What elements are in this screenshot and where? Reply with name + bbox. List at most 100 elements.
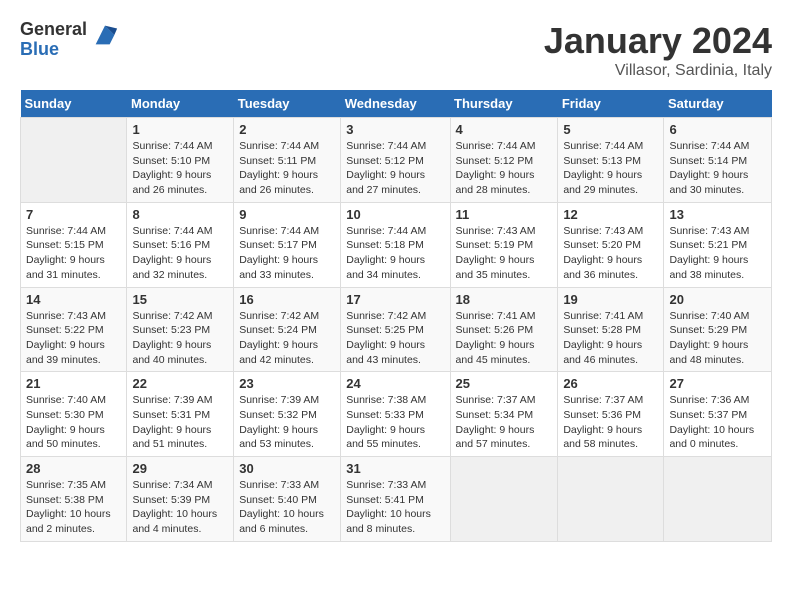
calendar-cell: 11 Sunrise: 7:43 AM Sunset: 5:19 PM Dayli…: [450, 202, 558, 287]
calendar-week-1: 1Sunrise: 7:44 AM Sunset: 5:10 PM Daylig…: [21, 118, 772, 203]
day-info: Sunrise: 7:39 AM Sunset: 5:31 PM Dayligh…: [132, 393, 228, 452]
day-number: 9: [239, 207, 335, 222]
day-number: 6: [669, 122, 766, 137]
title-block: January 2024 Villasor, Sardinia, Italy: [544, 20, 772, 80]
calendar-cell: 28Sunrise: 7:35 AM Sunset: 5:38 PM Dayli…: [21, 457, 127, 542]
calendar-cell: [450, 457, 558, 542]
calendar-cell: 15 Sunrise: 7:42 AM Sunset: 5:23 PM Dayli…: [127, 287, 234, 372]
day-info: Sunrise: 7:44 AM Sunset: 5:12 PM Dayligh…: [456, 139, 553, 198]
day-number: 17: [346, 292, 444, 307]
day-info: Sunrise: 7:34 AM Sunset: 5:39 PM Dayligh…: [132, 478, 228, 537]
calendar-cell: 14 Sunrise: 7:43 AM Sunset: 5:22 PM Dayli…: [21, 287, 127, 372]
calendar-cell: 10 Sunrise: 7:44 AM Sunset: 5:18 PM Dayli…: [341, 202, 450, 287]
header-day-wednesday: Wednesday: [341, 90, 450, 118]
day-number: 22: [132, 376, 228, 391]
day-info: Sunrise: 7:44 AM Sunset: 5:13 PM Dayligh…: [563, 139, 658, 198]
day-info: Sunrise: 7:43 AM Sunset: 5:20 PM Dayligh…: [563, 224, 658, 283]
day-number: 15: [132, 292, 228, 307]
day-number: 26: [563, 376, 658, 391]
calendar-cell: 12 Sunrise: 7:43 AM Sunset: 5:20 PM Dayli…: [558, 202, 664, 287]
day-number: 12: [563, 207, 658, 222]
day-number: 23: [239, 376, 335, 391]
day-info: Sunrise: 7:43 AM Sunset: 5:22 PM Dayligh…: [26, 309, 121, 368]
calendar-cell: 2Sunrise: 7:44 AM Sunset: 5:11 PM Daylig…: [234, 118, 341, 203]
day-number: 31: [346, 461, 444, 476]
day-number: 27: [669, 376, 766, 391]
day-info: Sunrise: 7:37 AM Sunset: 5:36 PM Dayligh…: [563, 393, 658, 452]
day-info: Sunrise: 7:33 AM Sunset: 5:41 PM Dayligh…: [346, 478, 444, 537]
calendar-cell: 23 Sunrise: 7:39 AM Sunset: 5:32 PM Dayli…: [234, 372, 341, 457]
calendar-cell: 7 Sunrise: 7:44 AM Sunset: 5:15 PM Daylig…: [21, 202, 127, 287]
day-info: Sunrise: 7:41 AM Sunset: 5:28 PM Dayligh…: [563, 309, 658, 368]
header-day-friday: Friday: [558, 90, 664, 118]
calendar-cell: 1Sunrise: 7:44 AM Sunset: 5:10 PM Daylig…: [127, 118, 234, 203]
calendar-week-3: 14 Sunrise: 7:43 AM Sunset: 5:22 PM Dayli…: [21, 287, 772, 372]
day-info: Sunrise: 7:38 AM Sunset: 5:33 PM Dayligh…: [346, 393, 444, 452]
location-subtitle: Villasor, Sardinia, Italy: [544, 62, 772, 80]
day-info: Sunrise: 7:44 AM Sunset: 5:10 PM Dayligh…: [132, 139, 228, 198]
header-day-sunday: Sunday: [21, 90, 127, 118]
day-info: Sunrise: 7:44 AM Sunset: 5:16 PM Dayligh…: [132, 224, 228, 283]
calendar-cell: 26 Sunrise: 7:37 AM Sunset: 5:36 PM Dayli…: [558, 372, 664, 457]
calendar-week-4: 21 Sunrise: 7:40 AM Sunset: 5:30 PM Dayli…: [21, 372, 772, 457]
calendar-cell: 29Sunrise: 7:34 AM Sunset: 5:39 PM Dayli…: [127, 457, 234, 542]
day-number: 11: [456, 207, 553, 222]
calendar-cell: 25Sunrise: 7:37 AM Sunset: 5:34 PM Dayli…: [450, 372, 558, 457]
day-number: 19: [563, 292, 658, 307]
day-info: Sunrise: 7:33 AM Sunset: 5:40 PM Dayligh…: [239, 478, 335, 537]
day-info: Sunrise: 7:44 AM Sunset: 5:18 PM Dayligh…: [346, 224, 444, 283]
calendar-week-2: 7 Sunrise: 7:44 AM Sunset: 5:15 PM Daylig…: [21, 202, 772, 287]
day-number: 21: [26, 376, 121, 391]
day-info: Sunrise: 7:41 AM Sunset: 5:26 PM Dayligh…: [456, 309, 553, 368]
month-title: January 2024: [544, 20, 772, 62]
day-info: Sunrise: 7:44 AM Sunset: 5:12 PM Dayligh…: [346, 139, 444, 198]
day-info: Sunrise: 7:42 AM Sunset: 5:23 PM Dayligh…: [132, 309, 228, 368]
day-info: Sunrise: 7:40 AM Sunset: 5:29 PM Dayligh…: [669, 309, 766, 368]
day-info: Sunrise: 7:40 AM Sunset: 5:30 PM Dayligh…: [26, 393, 121, 452]
calendar-cell: 9 Sunrise: 7:44 AM Sunset: 5:17 PM Daylig…: [234, 202, 341, 287]
calendar-cell: 17 Sunrise: 7:42 AM Sunset: 5:25 PM Dayli…: [341, 287, 450, 372]
calendar-week-5: 28Sunrise: 7:35 AM Sunset: 5:38 PM Dayli…: [21, 457, 772, 542]
calendar-cell: 3 Sunrise: 7:44 AM Sunset: 5:12 PM Daylig…: [341, 118, 450, 203]
calendar-cell: 16Sunrise: 7:42 AM Sunset: 5:24 PM Dayli…: [234, 287, 341, 372]
calendar-cell: 6 Sunrise: 7:44 AM Sunset: 5:14 PM Daylig…: [664, 118, 772, 203]
day-number: 3: [346, 122, 444, 137]
page-header: General Blue January 2024 Villasor, Sard…: [20, 20, 772, 80]
day-number: 13: [669, 207, 766, 222]
day-info: Sunrise: 7:36 AM Sunset: 5:37 PM Dayligh…: [669, 393, 766, 452]
day-number: 20: [669, 292, 766, 307]
day-number: 18: [456, 292, 553, 307]
day-number: 10: [346, 207, 444, 222]
header-row: SundayMondayTuesdayWednesdayThursdayFrid…: [21, 90, 772, 118]
calendar-cell: [664, 457, 772, 542]
calendar-body: 1Sunrise: 7:44 AM Sunset: 5:10 PM Daylig…: [21, 118, 772, 542]
day-info: Sunrise: 7:42 AM Sunset: 5:25 PM Dayligh…: [346, 309, 444, 368]
calendar-header: SundayMondayTuesdayWednesdayThursdayFrid…: [21, 90, 772, 118]
day-info: Sunrise: 7:44 AM Sunset: 5:14 PM Dayligh…: [669, 139, 766, 198]
day-number: 4: [456, 122, 553, 137]
day-info: Sunrise: 7:43 AM Sunset: 5:19 PM Dayligh…: [456, 224, 553, 283]
day-info: Sunrise: 7:35 AM Sunset: 5:38 PM Dayligh…: [26, 478, 121, 537]
day-info: Sunrise: 7:39 AM Sunset: 5:32 PM Dayligh…: [239, 393, 335, 452]
calendar-cell: 5Sunrise: 7:44 AM Sunset: 5:13 PM Daylig…: [558, 118, 664, 203]
day-info: Sunrise: 7:44 AM Sunset: 5:17 PM Dayligh…: [239, 224, 335, 283]
day-number: 7: [26, 207, 121, 222]
calendar-cell: [21, 118, 127, 203]
day-info: Sunrise: 7:44 AM Sunset: 5:11 PM Dayligh…: [239, 139, 335, 198]
day-number: 14: [26, 292, 121, 307]
day-info: Sunrise: 7:44 AM Sunset: 5:15 PM Dayligh…: [26, 224, 121, 283]
calendar-cell: 24Sunrise: 7:38 AM Sunset: 5:33 PM Dayli…: [341, 372, 450, 457]
day-info: Sunrise: 7:43 AM Sunset: 5:21 PM Dayligh…: [669, 224, 766, 283]
logo-blue: Blue: [20, 40, 87, 60]
calendar-cell: 18 Sunrise: 7:41 AM Sunset: 5:26 PM Dayli…: [450, 287, 558, 372]
calendar-cell: 13 Sunrise: 7:43 AM Sunset: 5:21 PM Dayli…: [664, 202, 772, 287]
calendar-cell: 21 Sunrise: 7:40 AM Sunset: 5:30 PM Dayli…: [21, 372, 127, 457]
day-info: Sunrise: 7:42 AM Sunset: 5:24 PM Dayligh…: [239, 309, 335, 368]
calendar-cell: 19 Sunrise: 7:41 AM Sunset: 5:28 PM Dayli…: [558, 287, 664, 372]
logo-general: General: [20, 20, 87, 40]
calendar-cell: [558, 457, 664, 542]
header-day-monday: Monday: [127, 90, 234, 118]
calendar-cell: 8Sunrise: 7:44 AM Sunset: 5:16 PM Daylig…: [127, 202, 234, 287]
day-info: Sunrise: 7:37 AM Sunset: 5:34 PM Dayligh…: [456, 393, 553, 452]
calendar-table: SundayMondayTuesdayWednesdayThursdayFrid…: [20, 90, 772, 542]
